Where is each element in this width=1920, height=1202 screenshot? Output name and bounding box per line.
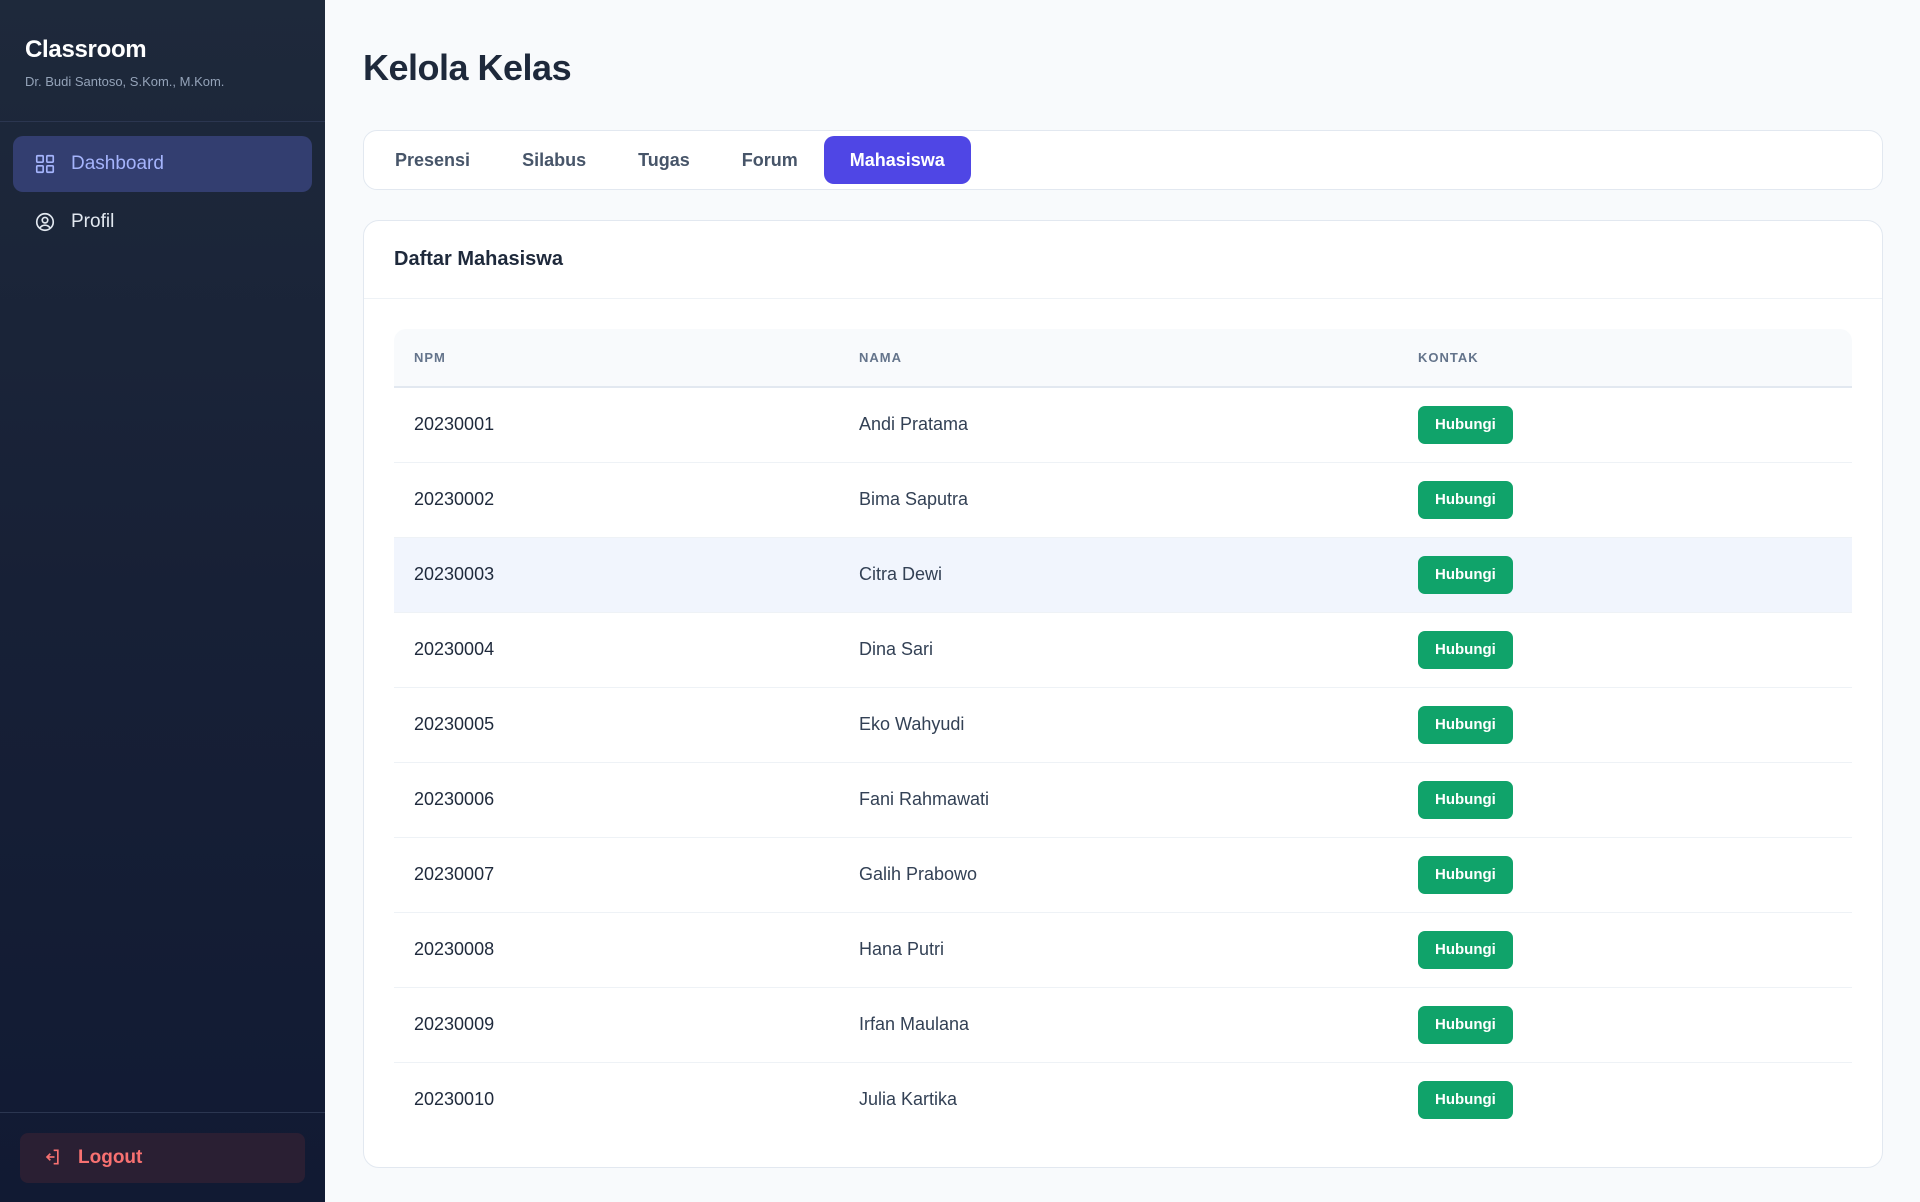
table-row: 20230008 Hana Putri Hubungi bbox=[394, 912, 1852, 988]
table-row: 20230009 Irfan Maulana Hubungi bbox=[394, 987, 1852, 1063]
cell-npm: 20230008 bbox=[394, 912, 839, 988]
logout-icon bbox=[42, 1147, 64, 1169]
cell-kontak: Hubungi bbox=[1398, 687, 1852, 763]
cell-nama: Irfan Maulana bbox=[839, 987, 1398, 1063]
cell-npm: 20230009 bbox=[394, 987, 839, 1063]
cell-npm: 20230003 bbox=[394, 537, 839, 613]
cell-nama: Hana Putri bbox=[839, 912, 1398, 988]
tab-forum[interactable]: Forum bbox=[716, 136, 824, 184]
cell-nama: Julia Kartika bbox=[859, 1089, 958, 1110]
cell-kontak: Hubungi bbox=[1398, 837, 1852, 913]
table-row: 20230007 Galih Prabowo Hubungi bbox=[394, 837, 1852, 913]
contact-button[interactable]: Hubungi bbox=[1418, 855, 1513, 894]
cell-npm: 20230005 bbox=[394, 687, 839, 763]
table-row: 20230005 Eko Wahyudi Hubungi bbox=[394, 687, 1852, 763]
cell-nama: Dina Sari bbox=[839, 612, 1398, 688]
sidebar-item-label: Profil bbox=[71, 211, 115, 232]
cell-kontak: Hubungi bbox=[1398, 537, 1852, 613]
tab-mahasiswa[interactable]: Mahasiswa bbox=[823, 136, 971, 184]
logout-button[interactable]: Logout bbox=[20, 1133, 305, 1183]
cell-kontak: Hubungi bbox=[1398, 462, 1852, 538]
table-row: 20230003 Citra Dewi Hubungi bbox=[394, 537, 1852, 613]
column-header-nama: NAMA bbox=[839, 329, 1398, 388]
user-circle-icon bbox=[33, 210, 57, 234]
contact-button[interactable]: Hubungi bbox=[1418, 705, 1513, 744]
cell-npm: 20230001 bbox=[394, 387, 839, 463]
contact-button[interactable]: Hubungi bbox=[1418, 930, 1513, 969]
table-row: 20230002 Bima Saputra Hubungi bbox=[394, 462, 1852, 538]
sidebar-nav: Dashboard Profil bbox=[0, 122, 325, 1112]
contact-button[interactable]: Hubungi bbox=[1418, 630, 1513, 669]
sidebar-item-dashboard[interactable]: Dashboard bbox=[13, 136, 312, 192]
tab-bar: Presensi Silabus Tugas Forum Mahasiswa bbox=[363, 130, 1883, 190]
sidebar-footer: Logout bbox=[0, 1112, 325, 1202]
sidebar: Classroom Dr. Budi Santoso, S.Kom., M.Ko… bbox=[0, 0, 325, 1202]
tab-silabus[interactable]: Silabus bbox=[496, 136, 612, 184]
brand: Classroom Dr. Budi Santoso, S.Kom., M.Ko… bbox=[0, 0, 325, 122]
column-header-kontak: KONTAK bbox=[1398, 329, 1852, 388]
contact-button[interactable]: Hubungi bbox=[1418, 405, 1513, 444]
cell-npm: 20230004 bbox=[394, 612, 839, 688]
cell-kontak: Hubungi bbox=[1398, 762, 1852, 838]
table-header-row: NPM NAMA KONTAK bbox=[394, 329, 1852, 388]
cell-kontak: Hubungi bbox=[1398, 612, 1852, 688]
cell-nama: Galih Prabowo bbox=[839, 837, 1398, 913]
table-row: 20230001 Andi Pratama Hubungi bbox=[394, 387, 1852, 463]
table-wrapper: NPM NAMA KONTAK 20230001 Andi Pratama Hu… bbox=[364, 299, 1882, 1137]
cell-npm: 20230007 bbox=[394, 837, 839, 913]
app-title: Classroom bbox=[25, 36, 147, 63]
cell-npm: 20230002 bbox=[394, 462, 839, 538]
table-row: 20230010 Julia Kartika Hubungi bbox=[394, 1062, 1852, 1137]
card-title: Daftar Mahasiswa bbox=[394, 248, 563, 270]
contact-button[interactable]: Hubungi bbox=[1418, 555, 1513, 594]
tab-tugas[interactable]: Tugas bbox=[612, 136, 716, 184]
cell-kontak: Hubungi bbox=[1398, 987, 1852, 1063]
cell-nama: Fani Rahmawati bbox=[839, 762, 1398, 838]
column-header-npm: NPM bbox=[394, 329, 839, 388]
contact-button[interactable]: Hubungi bbox=[1418, 780, 1513, 819]
user-name: Dr. Budi Santoso, S.Kom., M.Kom. bbox=[25, 74, 225, 89]
tab-presensi[interactable]: Presensi bbox=[369, 136, 496, 184]
contact-button[interactable]: Hubungi bbox=[1418, 1005, 1513, 1044]
page-title: Kelola Kelas bbox=[363, 47, 572, 88]
table-row: 20230004 Dina Sari Hubungi bbox=[394, 612, 1852, 688]
grid-icon bbox=[33, 152, 57, 176]
cell-nama: Citra Dewi bbox=[839, 537, 1398, 613]
cell-kontak: Hubungi bbox=[1398, 1062, 1852, 1137]
cell-npm: 20230010 bbox=[414, 1089, 495, 1110]
cell-nama: Eko Wahyudi bbox=[839, 687, 1398, 763]
student-table: NPM NAMA KONTAK 20230001 Andi Pratama Hu… bbox=[394, 329, 1852, 1137]
cell-npm: 20230006 bbox=[394, 762, 839, 838]
sidebar-item-profil[interactable]: Profil bbox=[13, 194, 312, 250]
cell-nama: Bima Saputra bbox=[839, 462, 1398, 538]
cell-kontak: Hubungi bbox=[1398, 912, 1852, 988]
cell-kontak: Hubungi bbox=[1398, 387, 1852, 463]
main-content: Kelola Kelas Presensi Silabus Tugas Foru… bbox=[363, 0, 1883, 1168]
student-list-card: Daftar Mahasiswa NPM NAMA KONTAK 2023000… bbox=[363, 220, 1883, 1168]
card-header: Daftar Mahasiswa bbox=[364, 221, 1882, 299]
logout-label: Logout bbox=[78, 1147, 143, 1168]
sidebar-item-label: Dashboard bbox=[71, 153, 164, 174]
table-row: 20230006 Fani Rahmawati Hubungi bbox=[394, 762, 1852, 838]
cell-nama: Andi Pratama bbox=[839, 387, 1398, 463]
contact-button[interactable]: Hubungi bbox=[1418, 480, 1513, 519]
contact-button[interactable]: Hubungi bbox=[1418, 1080, 1513, 1119]
